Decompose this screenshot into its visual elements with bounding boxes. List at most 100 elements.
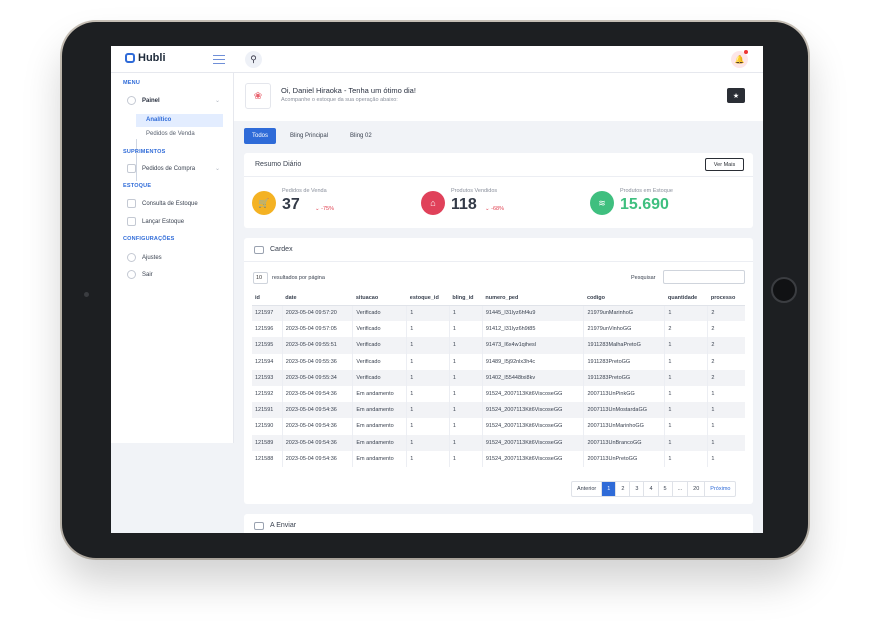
home-button[interactable] [771,277,797,303]
table-cell-id: 121593 [252,369,283,386]
resumo-title: Resumo Diário [255,161,302,168]
table-cell-situacao: Verificado [352,321,408,338]
table-cell-quantidade: 1 [664,418,709,435]
table-row: 121594 2023-05-04 09:55:36 Verificado 1 1 914… [252,353,745,370]
table-cell-estoque_id: 1 [406,337,450,354]
sidebar-item-pedidos-compra[interactable]: Pedidos de Compra ⌄ [127,164,220,173]
card-divider [244,176,753,177]
sidebar-item-consulta-estoque[interactable]: Consulta de Estoque [127,199,198,208]
home-icon [127,96,136,105]
table-row: 121597 2023-05-04 09:57:20 Verificado 1 1 914… [252,305,745,322]
welcome-banner: ❀ Oi, Daniel Hiraoka - Tenha um ótimo di… [234,73,763,121]
table-row: 121592 2023-05-04 09:54:36 Em andamento 1 1 9… [252,385,745,403]
column-header-estoque_id[interactable]: estoque_id [406,291,450,306]
table-cell-processo: 1 [711,391,715,398]
table-search-input[interactable] [663,270,745,284]
table-cell-id: 121592 [252,385,283,403]
table-cell-bling_id: 1 [449,418,483,435]
cardex-table: id date situacao estoque_id bling_id numero_p… [252,291,745,467]
ver-mais-button[interactable]: Ver Mais [705,158,744,171]
table-cell-situacao: Em andamento [352,450,408,467]
table-cell-situacao: Verificado [352,353,408,370]
welcome-subtitle: Acompanhe o estoque da sua operação abai… [281,97,398,103]
notification-badge [744,50,748,54]
table-cell-situacao: Verificado [352,305,408,322]
table-cell-situacao: Em andamento [352,418,408,435]
sidebar-subitem-pedidos-venda[interactable]: Pedidos de Venda [136,131,195,137]
page-button[interactable]: 4 [644,482,659,496]
table-cell-bling_id: 1 [449,385,483,403]
page-button[interactable]: Anterior [572,482,603,496]
table-cell-date: 2023-05-04 09:54:36 [282,450,354,467]
table-cell-estoque_id: 1 [406,385,450,403]
page-button[interactable]: 2 [616,482,631,496]
table-cell-processo: 2 [707,305,745,322]
table-cell-situacao: Verificado [352,369,408,386]
page-button[interactable]: ... [673,482,689,496]
company-logo-icon: ❀ [245,83,271,109]
layers-icon [254,246,264,254]
table-cell-codigo: 1911283MalhaPretoG [583,337,666,354]
table-cell-estoque_id: 1 [406,434,450,451]
favorite-button[interactable]: ★ [727,88,745,103]
table-cell-bling_id: 1 [449,305,483,322]
table-cell-numero_ped: 91402_I55448txi8kv [482,369,585,386]
table-cell-situacao: Em andamento [352,434,408,451]
table-cell-id: 121589 [252,434,283,451]
star-icon: ★ [732,92,740,100]
column-header-id[interactable]: id [252,291,283,306]
table-cell-codigo: 21979unVinhoGG [583,321,666,338]
page-length-select[interactable]: 10 [253,272,268,284]
sidebar-item-lancar-estoque[interactable]: Lançar Estoque [127,217,184,226]
column-header-bling_id[interactable]: bling_id [449,291,483,306]
page-button[interactable]: 20 [688,482,706,496]
section-estoque: ESTOQUE [123,183,152,189]
stat-value: 37 [282,196,300,213]
brand-logo[interactable]: Hubli [125,52,166,64]
tab-todos[interactable]: Todos [244,128,277,144]
sidebar-item-painel[interactable]: Painel ⌄ [127,96,220,105]
table-cell-id: 121595 [252,337,283,354]
table-cell-numero_ped: 91412_I31lyz6h9t85 [482,321,585,338]
column-header-codigo[interactable]: codigo [583,291,665,306]
stat-change-value: -75% [321,206,334,212]
table-cell-bling_id: 1 [449,434,483,451]
account-tabs: Todos Bling Principal Bling 02 [244,128,380,144]
table-cell-estoque_id: 1 [406,369,450,386]
table-cell-quantidade: 1 [664,402,709,419]
clipboard-icon [127,217,136,226]
column-header-quantidade[interactable]: quantidade [664,291,708,306]
layers-icon [254,522,264,530]
sidebar: MENU Painel ⌄ Analítico Pedidos de Venda… [111,73,234,443]
tab-bling-principal[interactable]: Bling Principal [282,128,336,144]
bell-icon: 🔔 [734,55,745,64]
sidebar-item-ajustes[interactable]: Ajustes [127,253,162,262]
page-button[interactable]: 1 [602,482,617,496]
page-button[interactable]: Próximo [705,482,735,496]
column-header-situacao[interactable]: situacao [352,291,407,306]
table-cell-numero_ped: 91524_2007113Kit6ViscoseGG [482,434,585,451]
table-cell-codigo: 1911283PretoGG [583,369,666,386]
sidebar-item-label: Painel [142,97,160,104]
sidebar-item-sair[interactable]: Sair [127,270,153,279]
table-cell-bling_id: 1 [449,369,483,386]
search-label: Pesquisar [631,275,656,281]
menu-toggle-icon[interactable] [213,55,225,64]
page-button[interactable]: 3 [630,482,645,496]
table-cell-date: 2023-05-04 09:57:05 [282,321,354,338]
tab-bling-02[interactable]: Bling 02 [342,128,380,144]
page-button[interactable]: 5 [659,482,673,496]
layers-icon [127,199,136,208]
column-header-processo[interactable]: processo [707,291,745,306]
brand-name: Hubli [138,52,166,64]
table-cell-id: 121588 [252,450,283,467]
sidebar-subitem-analitico[interactable]: Analítico [136,114,223,127]
table-cell-estoque_id: 1 [406,353,450,370]
a-enviar-title: A Enviar [270,522,297,529]
column-header-date[interactable]: date [282,291,353,306]
sidebar-item-label: Consulta de Estoque [142,200,198,207]
table-cell-numero_ped: 91445_I31lyz6hf4u9 [482,305,585,322]
column-header-numero_ped[interactable]: numero_ped [482,291,584,306]
table-cell-quantidade: 1 [664,450,709,467]
search-button[interactable]: ⚲ [245,51,262,68]
